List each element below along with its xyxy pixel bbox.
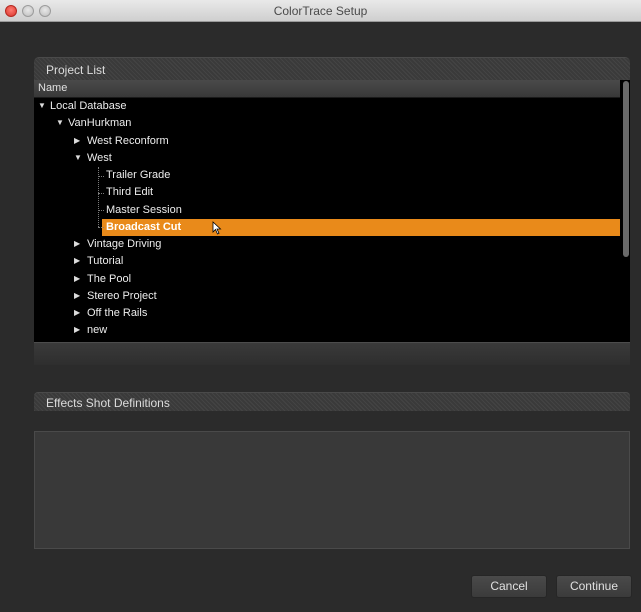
tree-row[interactable]: ▼ VanHurkman bbox=[34, 115, 620, 132]
disclosure-collapsed-icon[interactable]: ▶ bbox=[74, 256, 80, 265]
tree-row[interactable]: Third Edit bbox=[34, 184, 620, 201]
effects-title: Effects Shot Definitions bbox=[46, 396, 170, 410]
tree-row-label: The Pool bbox=[87, 272, 132, 285]
disclosure-expanded-icon[interactable]: ▼ bbox=[56, 118, 64, 127]
vertical-scrollbar[interactable] bbox=[623, 81, 629, 257]
tree-row[interactable]: ▶ West Reconform bbox=[34, 133, 620, 150]
effects-header: Effects Shot Definitions bbox=[34, 392, 630, 411]
tree-row[interactable]: ▶ Stereo Project bbox=[34, 288, 620, 305]
tree-row-label: Local Database bbox=[50, 100, 127, 112]
tree-guide-tick bbox=[98, 227, 104, 229]
disclosure-collapsed-icon[interactable]: ▶ bbox=[74, 325, 80, 334]
disclosure-collapsed-icon[interactable]: ▶ bbox=[74, 308, 80, 317]
tree-row-label: West Reconform bbox=[87, 134, 169, 147]
tree-row-label: Trailer Grade bbox=[106, 169, 171, 181]
tree-row-label: new bbox=[87, 324, 108, 337]
tree-row[interactable]: Master Session bbox=[34, 202, 620, 219]
name-column-label: Name bbox=[38, 82, 68, 94]
tree-row[interactable]: ▼ Local Database bbox=[34, 98, 620, 115]
effects-shot-definitions-panel[interactable] bbox=[34, 431, 630, 549]
disclosure-collapsed-icon[interactable]: ▶ bbox=[74, 239, 80, 248]
tree-row-label: Vintage Driving bbox=[87, 238, 162, 250]
title-bar[interactable]: ColorTrace Setup bbox=[0, 0, 641, 22]
disclosure-collapsed-icon[interactable]: ▶ bbox=[74, 274, 80, 283]
project-tree[interactable]: Name ▼ Local Database ▼ VanHurkman ▶ West Rec… bbox=[34, 80, 630, 342]
tree-row-label: Third Edit bbox=[106, 186, 154, 199]
tree-guide-tick bbox=[98, 192, 104, 194]
project-list-title: Project List bbox=[46, 63, 106, 77]
tree-guide-tick bbox=[98, 210, 104, 212]
tree-row-label: Tutorial bbox=[87, 255, 124, 268]
project-list-footer bbox=[34, 342, 630, 365]
tree-row-label: West bbox=[87, 151, 112, 164]
tree-row-label: VanHurkman bbox=[68, 117, 132, 130]
tree-row[interactable]: ▶ Off the Rails bbox=[34, 305, 620, 322]
disclosure-collapsed-icon[interactable]: ▶ bbox=[74, 291, 80, 300]
disclosure-expanded-icon[interactable]: ▼ bbox=[74, 153, 82, 162]
tree-row-label: Off the Rails bbox=[87, 307, 148, 319]
colortrace-setup-window: ColorTrace Setup Project List Name ▼ Loca… bbox=[0, 0, 641, 612]
disclosure-expanded-icon[interactable]: ▼ bbox=[38, 101, 46, 110]
tree-guide-tick bbox=[98, 175, 104, 177]
tree-row-label: Master Session bbox=[106, 203, 182, 216]
tree-row[interactable]: ▶ Vintage Driving bbox=[34, 236, 620, 253]
window-title: ColorTrace Setup bbox=[273, 4, 368, 18]
continue-button[interactable]: Continue bbox=[556, 575, 632, 598]
tree-row[interactable]: ▶ new bbox=[34, 322, 620, 339]
name-column-header[interactable]: Name bbox=[34, 80, 620, 98]
mouse-pointer-icon bbox=[212, 220, 222, 235]
project-list-header: Project List bbox=[34, 57, 630, 80]
tree-row[interactable]: Broadcast Cut bbox=[34, 218, 620, 236]
tree-row[interactable]: ▶ Tutorial bbox=[34, 253, 620, 270]
tree-row[interactable]: ▶ The Pool bbox=[34, 271, 620, 288]
cancel-button[interactable]: Cancel bbox=[471, 575, 547, 598]
tree-row[interactable]: ▼ West bbox=[34, 150, 620, 167]
tree-row-label: Broadcast Cut bbox=[106, 220, 182, 233]
tree-row-label: Stereo Project bbox=[87, 289, 157, 302]
tree-row[interactable]: Trailer Grade bbox=[34, 167, 620, 184]
tree-rows: ▼ Local Database ▼ VanHurkman ▶ West Reconfor… bbox=[34, 98, 620, 340]
disclosure-collapsed-icon[interactable]: ▶ bbox=[74, 136, 80, 145]
